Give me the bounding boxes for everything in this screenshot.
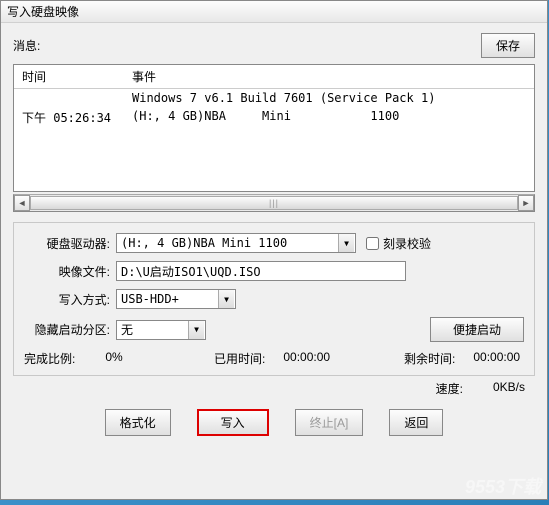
content-area: 消息: 保存 时间 事件 Windows 7 v6.1 Build 7601 (… <box>1 23 547 499</box>
h-scrollbar[interactable]: ◄ ||| ► <box>13 194 535 212</box>
scroll-right-arrow-icon[interactable]: ► <box>518 195 534 211</box>
drive-select[interactable]: (H:, 4 GB)NBA Mini 1100 ▼ <box>116 233 356 253</box>
hide-select[interactable]: 无 ▼ <box>116 320 206 340</box>
col-time[interactable]: 时间 <box>14 65 124 89</box>
cell-event: (H:, 4 GB)NBA Mini 1100 <box>124 107 534 128</box>
table-row: 下午 05:26:34 (H:, 4 GB)NBA Mini 1100 <box>14 107 534 128</box>
abort-button: 终止[A] <box>295 409 364 436</box>
speed-value: 0KB/s <box>493 380 525 397</box>
scroll-left-arrow-icon[interactable]: ◄ <box>14 195 30 211</box>
remain-label: 剩余时间: <box>404 350 455 367</box>
elapsed-value: 00:00:00 <box>283 350 330 367</box>
col-event[interactable]: 事件 <box>124 65 534 89</box>
speed-label: 速度: <box>436 380 463 397</box>
message-label: 消息: <box>13 37 40 54</box>
method-value: USB-HDD+ <box>121 292 179 306</box>
scroll-thumb[interactable]: ||| <box>30 196 518 210</box>
chevron-down-icon[interactable]: ▼ <box>338 234 354 252</box>
dialog-window: 写入硬盘映像 消息: 保存 时间 事件 Windows 7 v6.1 Build… <box>0 0 548 500</box>
table-row: Windows 7 v6.1 Build 7601 (Service Pack … <box>14 89 534 108</box>
drive-value: (H:, 4 GB)NBA Mini 1100 <box>121 236 287 250</box>
cell-time: 下午 05:26:34 <box>14 107 124 128</box>
message-row: 消息: 保存 <box>13 33 535 58</box>
chevron-down-icon[interactable]: ▼ <box>218 290 234 308</box>
back-button[interactable]: 返回 <box>389 409 443 436</box>
status-row: 完成比例: 0% 已用时间: 00:00:00 剩余时间: 00:00:00 <box>24 350 524 367</box>
save-button[interactable]: 保存 <box>481 33 535 58</box>
hide-label: 隐藏启动分区: <box>24 321 116 338</box>
verify-label: 刻录校验 <box>383 235 431 252</box>
window-title: 写入硬盘映像 <box>7 3 79 20</box>
cell-time <box>14 89 124 108</box>
chevron-down-icon[interactable]: ▼ <box>188 321 204 339</box>
method-label: 写入方式: <box>24 291 116 308</box>
remain-value: 00:00:00 <box>473 350 520 367</box>
scroll-track[interactable]: ||| <box>30 195 518 211</box>
verify-checkbox[interactable]: 刻录校验 <box>366 235 431 252</box>
progress-label: 完成比例: <box>24 350 75 367</box>
method-select[interactable]: USB-HDD+ ▼ <box>116 289 236 309</box>
titlebar: 写入硬盘映像 <box>1 1 547 23</box>
progress-value: 0% <box>105 350 122 367</box>
image-path-input[interactable]: D:\U启动ISO1\UQD.ISO <box>116 261 406 281</box>
elapsed-label: 已用时间: <box>214 350 265 367</box>
image-label: 映像文件: <box>24 263 116 280</box>
format-button[interactable]: 格式化 <box>105 409 171 436</box>
write-button[interactable]: 写入 <box>197 409 269 436</box>
log-table: 时间 事件 Windows 7 v6.1 Build 7601 (Service… <box>13 64 535 192</box>
hide-value: 无 <box>121 321 133 338</box>
button-row: 格式化 写入 终止[A] 返回 <box>13 409 535 436</box>
speed-row: 速度: 0KB/s <box>13 380 535 397</box>
image-value: D:\U启动ISO1\UQD.ISO <box>121 263 261 280</box>
settings-group: 硬盘驱动器: (H:, 4 GB)NBA Mini 1100 ▼ 刻录校验 映像… <box>13 222 535 376</box>
convenient-boot-button[interactable]: 便捷启动 <box>430 317 524 342</box>
drive-label: 硬盘驱动器: <box>24 235 116 252</box>
verify-checkbox-input[interactable] <box>366 237 379 250</box>
cell-event: Windows 7 v6.1 Build 7601 (Service Pack … <box>124 89 534 108</box>
